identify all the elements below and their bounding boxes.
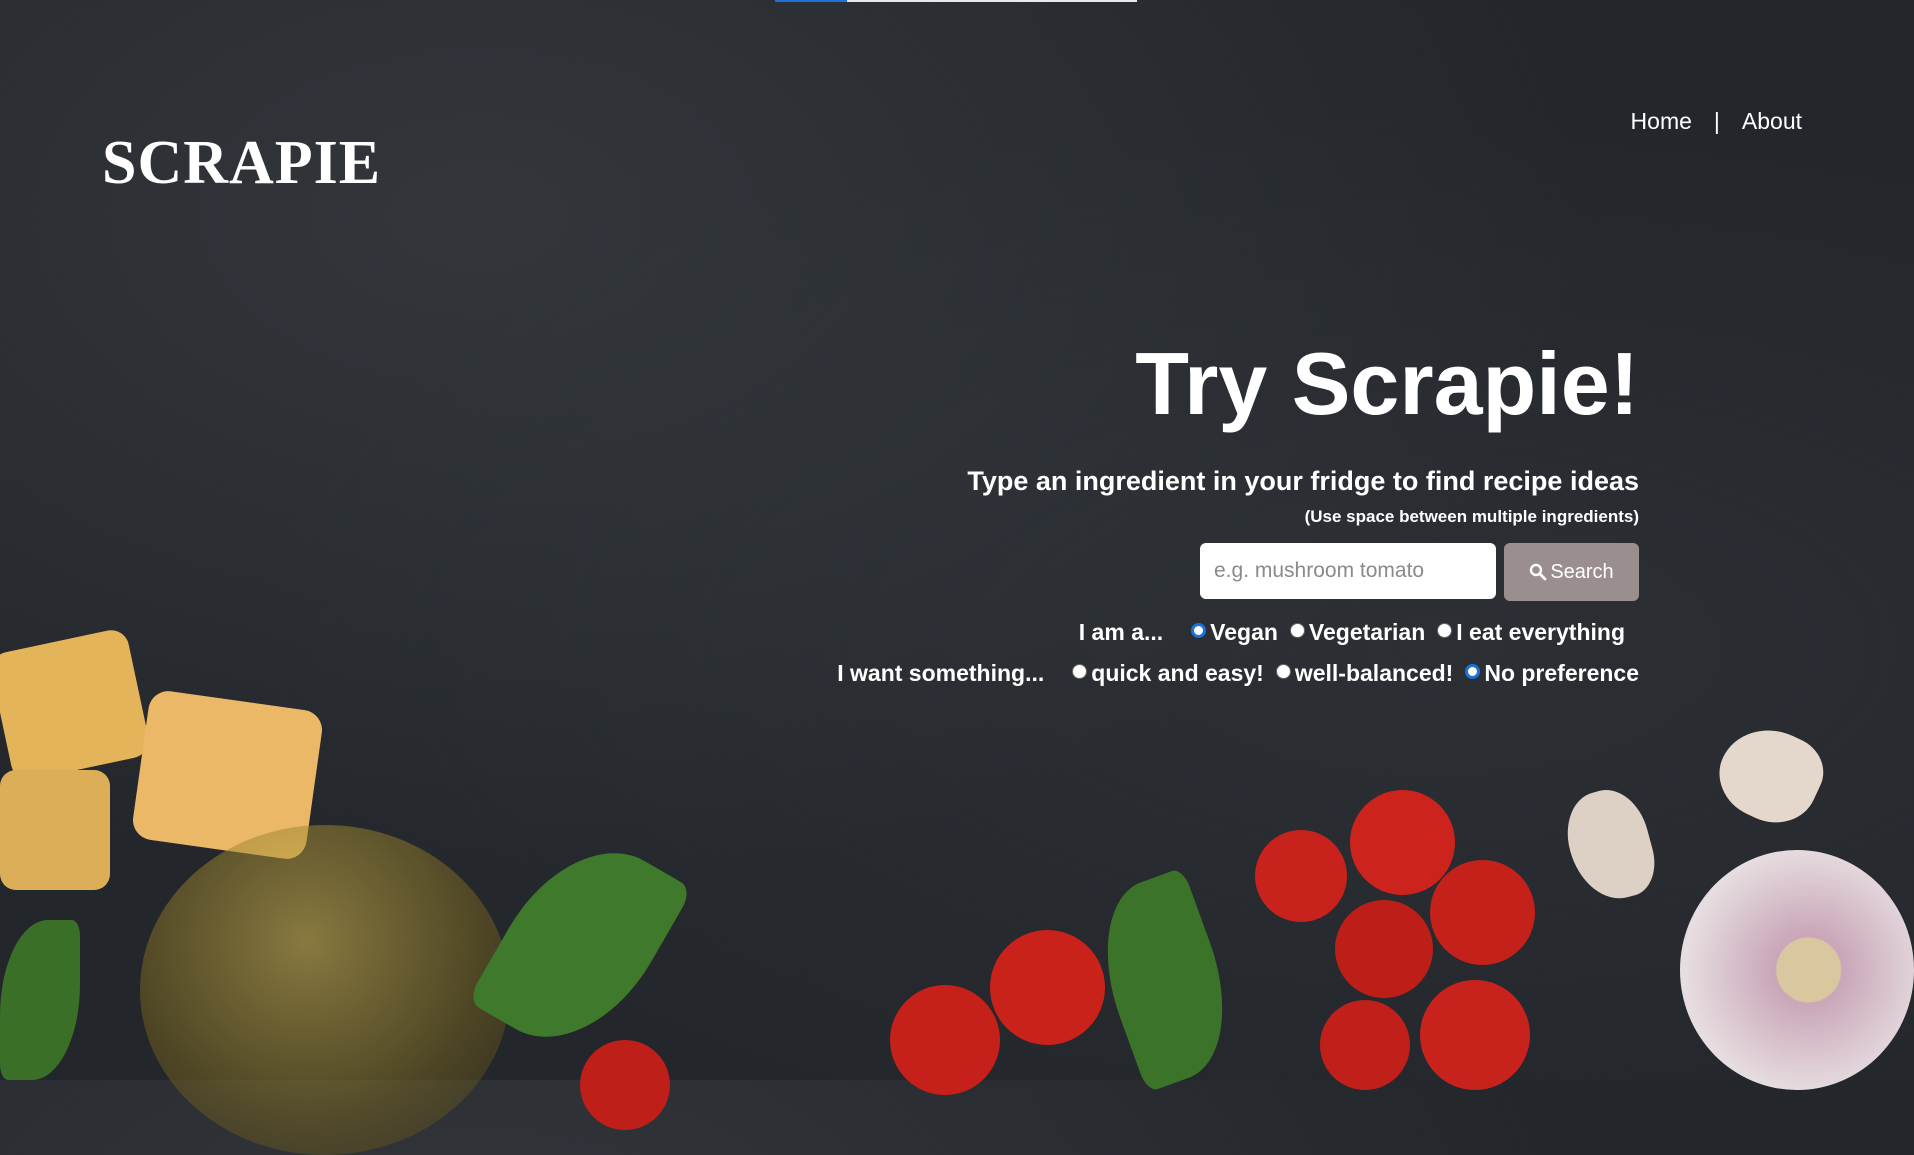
nav-about-link[interactable]: About: [1742, 108, 1802, 135]
tomato-decoration: [1320, 1000, 1410, 1090]
radio-vegan[interactable]: [1191, 623, 1207, 638]
cheese-decoration: [0, 770, 110, 890]
basil-leaf-decoration: [1079, 867, 1251, 1093]
hero-section: Try Scrapie! Type an ingredient in your …: [837, 340, 1639, 687]
effort-option-label: well-balanced!: [1294, 660, 1454, 686]
tomato-decoration: [1350, 790, 1455, 895]
diet-radio-group: I am a... Vegan Vegetarian I eat everyth…: [837, 619, 1639, 646]
site-logo[interactable]: SCRAPIE: [102, 128, 381, 199]
tomato-decoration: [580, 1040, 670, 1130]
basil-leaf-decoration: [0, 920, 80, 1080]
effort-option-no-preference[interactable]: No preference: [1465, 660, 1639, 687]
ingredient-search-input[interactable]: [1200, 543, 1496, 599]
hero-subtitle: Type an ingredient in your fridge to fin…: [967, 466, 1639, 496]
tomato-decoration: [990, 930, 1105, 1045]
tomato-decoration: [1420, 980, 1530, 1090]
radio-vegetarian[interactable]: [1289, 623, 1305, 638]
diet-label: I am a...: [1078, 619, 1164, 645]
effort-option-quick[interactable]: quick and easy!: [1072, 660, 1264, 687]
tomato-decoration: [1430, 860, 1535, 965]
diet-option-vegan[interactable]: Vegan: [1191, 619, 1278, 646]
garlic-clove-decoration: [1705, 713, 1835, 837]
loading-bar-fill: [775, 0, 848, 2]
effort-label: I want something...: [837, 660, 1045, 686]
cheese-decoration: [0, 626, 152, 784]
radio-balanced[interactable]: [1275, 664, 1291, 679]
search-button[interactable]: Search: [1504, 543, 1639, 601]
diet-option-label: Vegetarian: [1308, 619, 1426, 645]
top-nav: Home | About: [1631, 108, 1802, 135]
search-icon: [1530, 563, 1547, 581]
diet-option-label: I eat everything: [1456, 619, 1625, 645]
garlic-decoration: [1680, 850, 1914, 1090]
diet-option-everything[interactable]: I eat everything: [1437, 619, 1625, 646]
nav-separator: |: [1713, 108, 1720, 134]
effort-option-balanced[interactable]: well-balanced!: [1275, 660, 1454, 687]
diet-option-label: Vegan: [1210, 619, 1278, 645]
nav-home-link[interactable]: Home: [1631, 108, 1692, 135]
oil-bottle-decoration: [140, 825, 510, 1155]
effort-option-label: No preference: [1484, 660, 1639, 686]
search-button-label: Search: [1550, 560, 1614, 583]
tomato-decoration: [1255, 830, 1347, 922]
garlic-clove-decoration: [1557, 781, 1663, 909]
radio-no-preference[interactable]: [1465, 664, 1481, 679]
effort-radio-group: I want something... quick and easy! well…: [837, 660, 1639, 687]
effort-option-label: quick and easy!: [1091, 660, 1264, 686]
search-hint: (Use space between multiple ingredients): [1304, 507, 1639, 526]
tomato-decoration: [890, 985, 1000, 1095]
search-form: Search: [837, 543, 1639, 601]
radio-everything[interactable]: [1437, 623, 1453, 638]
hero-title: Try Scrapie!: [1135, 334, 1639, 433]
loading-bar: [775, 0, 1137, 2]
tomato-decoration: [1335, 900, 1433, 998]
diet-option-vegetarian[interactable]: Vegetarian: [1289, 619, 1426, 646]
radio-quick[interactable]: [1072, 664, 1088, 679]
